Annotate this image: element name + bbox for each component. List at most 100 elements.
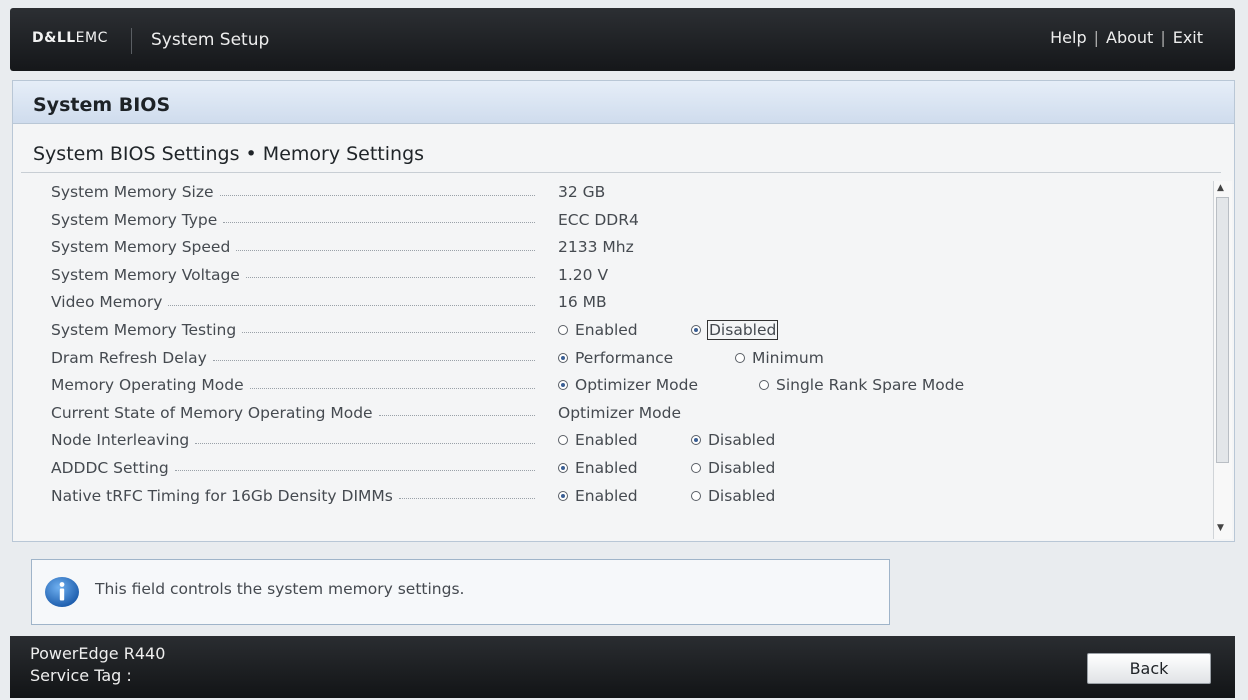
radio-option-label: Single Rank Spare Mode <box>776 376 965 395</box>
system-model: PowerEdge R440 <box>30 644 166 663</box>
setting-label-text: System Memory Testing <box>51 320 243 339</box>
scrollbar[interactable]: ▲ ▼ <box>1213 181 1232 539</box>
radio-unselected-icon[interactable] <box>558 324 568 335</box>
help-message: This field controls the system memory se… <box>95 580 465 598</box>
logo-light: EMC <box>75 30 108 46</box>
scroll-up-icon[interactable]: ▲ <box>1217 183 1224 193</box>
radio-option[interactable]: Minimum <box>735 347 824 369</box>
radio-selected-icon[interactable] <box>558 380 568 391</box>
radio-unselected-icon[interactable] <box>735 352 745 363</box>
main-panel: System BIOS System BIOS Settings • Memor… <box>12 80 1235 542</box>
radio-option[interactable]: Enabled <box>558 485 638 507</box>
top-bar: D&LLEMC System Setup Help | About | Exit <box>10 8 1235 71</box>
setting-label: ADDDC Setting <box>51 457 535 479</box>
radio-unselected-icon[interactable] <box>691 462 701 473</box>
setting-row[interactable]: Native tRFC Timing for 16Gb Density DIMM… <box>51 485 1211 513</box>
setting-label-text: System Memory Type <box>51 210 224 229</box>
setting-row: Current State of Memory Operating Mode Op… <box>51 402 1211 430</box>
setting-label-text: Dram Refresh Delay <box>51 348 213 367</box>
setting-value: Optimizer Mode <box>558 403 682 422</box>
dotted-leader <box>378 415 535 417</box>
radio-option-label: Optimizer Mode <box>575 376 699 395</box>
radio-option-label: Enabled <box>575 458 638 477</box>
service-tag: Service Tag : <box>30 666 132 685</box>
info-icon <box>45 577 79 607</box>
setting-label-text: System Memory Speed <box>51 238 237 257</box>
setting-label-text: Memory Operating Mode <box>51 376 250 395</box>
radio-option-label: Minimum <box>752 348 824 367</box>
back-button[interactable]: Back <box>1087 653 1211 684</box>
breadcrumb: System BIOS Settings • Memory Settings <box>33 143 425 165</box>
dotted-leader <box>223 222 535 224</box>
setting-label-text: System Memory Size <box>51 183 220 201</box>
setting-label-text: Native tRFC Timing for 16Gb Density DIMM… <box>51 486 399 505</box>
help-link[interactable]: Help <box>1050 28 1086 47</box>
header-links: Help | About | Exit <box>1050 28 1203 47</box>
dotted-leader <box>174 470 535 472</box>
header-divider <box>131 28 132 54</box>
radio-unselected-icon[interactable] <box>759 380 769 391</box>
setting-label-text: Video Memory <box>51 293 169 312</box>
exit-link[interactable]: Exit <box>1173 28 1203 47</box>
scrollbar-thumb[interactable] <box>1216 197 1229 463</box>
setting-row[interactable]: Memory Operating Mode Optimizer Mode Singl… <box>51 374 1211 402</box>
dotted-leader <box>195 442 535 444</box>
setting-value: 2133 Mhz <box>558 238 634 257</box>
radio-option-label: Enabled <box>575 486 638 505</box>
footer-bar: PowerEdge R440 Service Tag : Back <box>10 636 1235 698</box>
radio-option[interactable]: Single Rank Spare Mode <box>759 374 964 396</box>
setting-row: System Memory Size 32 GB <box>51 181 1211 209</box>
setting-row: System Memory Type ECC DDR4 <box>51 209 1211 237</box>
setting-row[interactable]: Node Interleaving Enabled Disabled <box>51 429 1211 457</box>
radio-option-label: Disabled <box>706 319 779 340</box>
setting-value: 1.20 V <box>558 265 609 284</box>
radio-option[interactable]: Disabled <box>691 429 775 451</box>
radio-selected-icon[interactable] <box>558 490 568 501</box>
setting-label: Native tRFC Timing for 16Gb Density DIMM… <box>51 485 535 507</box>
setting-label: System Memory Size <box>51 181 535 203</box>
setting-row[interactable]: System Memory Testing Enabled Disabled <box>51 319 1211 347</box>
setting-label: System Memory Voltage <box>51 264 535 286</box>
radio-option-label: Performance <box>575 348 674 367</box>
about-link[interactable]: About <box>1106 28 1153 47</box>
settings-list: System Memory Size 32 GB System Memory Typ… <box>51 181 1211 512</box>
setting-value: 32 GB <box>558 183 606 201</box>
setting-row: System Memory Speed 2133 Mhz <box>51 236 1211 264</box>
setting-label-text: Current State of Memory Operating Mode <box>51 403 379 422</box>
dell-emc-logo: D&LLEMC <box>32 30 108 46</box>
radio-unselected-icon[interactable] <box>691 490 701 501</box>
setting-label: System Memory Speed <box>51 236 535 258</box>
setting-label: System Memory Testing <box>51 319 535 341</box>
app-title: System Setup <box>151 30 270 50</box>
radio-unselected-icon[interactable] <box>558 435 568 446</box>
radio-selected-icon[interactable] <box>558 462 568 473</box>
panel-header: System BIOS <box>13 81 1234 124</box>
radio-selected-icon[interactable] <box>691 324 701 335</box>
setting-label: System Memory Type <box>51 209 535 231</box>
setting-row[interactable]: ADDDC Setting Enabled Disabled <box>51 457 1211 485</box>
radio-option[interactable]: Enabled <box>558 429 638 451</box>
radio-option[interactable]: Performance <box>558 347 673 369</box>
radio-option[interactable]: Disabled <box>691 485 775 507</box>
dotted-leader <box>212 360 535 362</box>
setting-row[interactable]: Dram Refresh Delay Performance Minimum <box>51 347 1211 375</box>
radio-option[interactable]: Disabled <box>691 457 775 479</box>
radio-selected-icon[interactable] <box>558 352 568 363</box>
radio-option[interactable]: Enabled <box>558 457 638 479</box>
radio-selected-icon[interactable] <box>691 435 701 446</box>
setting-label: Video Memory <box>51 291 535 313</box>
setting-row: Video Memory 16 MB <box>51 291 1211 319</box>
dotted-leader <box>398 498 535 500</box>
radio-option-label: Enabled <box>575 431 638 450</box>
dotted-leader <box>245 277 535 279</box>
logo-bold: D&LL <box>32 30 76 46</box>
scroll-down-icon[interactable]: ▼ <box>1217 523 1224 533</box>
radio-option[interactable]: Disabled <box>691 319 779 341</box>
dotted-leader <box>168 304 535 306</box>
radio-option[interactable]: Enabled <box>558 319 638 341</box>
radio-option[interactable]: Optimizer Mode <box>558 374 698 396</box>
setting-row: System Memory Voltage 1.20 V <box>51 264 1211 292</box>
setting-label-text: Node Interleaving <box>51 431 196 450</box>
dotted-leader <box>219 194 535 196</box>
radio-option-label: Disabled <box>708 458 776 477</box>
